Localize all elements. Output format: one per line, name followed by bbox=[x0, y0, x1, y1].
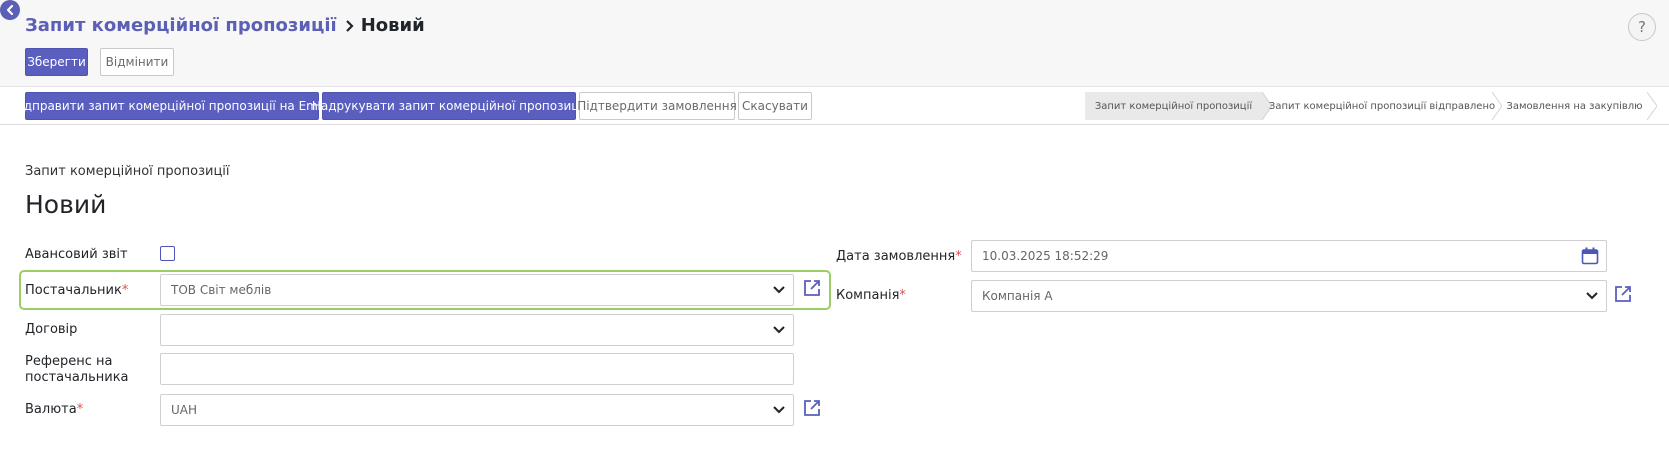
calendar-icon[interactable] bbox=[1574, 247, 1606, 265]
chevron-down-icon bbox=[765, 286, 793, 294]
cancel-button[interactable]: Скасувати bbox=[738, 92, 812, 120]
order-date-value: 10.03.2025 18:52:29 bbox=[982, 249, 1109, 263]
chevron-down-icon bbox=[1578, 292, 1606, 300]
save-button[interactable]: Зберегти bbox=[25, 48, 88, 76]
chevron-left-icon bbox=[6, 4, 14, 16]
chevron-down-icon bbox=[765, 406, 793, 414]
external-link-icon[interactable] bbox=[1614, 285, 1632, 303]
external-link-icon[interactable] bbox=[803, 279, 821, 297]
company-select[interactable]: Компанія А bbox=[971, 280, 1607, 312]
stage-purchase-order[interactable]: Замовлення на закупівлю bbox=[1492, 92, 1657, 120]
control-panel: Запит комерційної пропозиції Новий ? Збе… bbox=[0, 0, 1669, 87]
company-label: Компанія* bbox=[836, 288, 906, 303]
breadcrumb: Запит комерційної пропозиції Новий bbox=[25, 15, 425, 36]
order-date-input[interactable]: 10.03.2025 18:52:29 bbox=[971, 240, 1607, 272]
form-subtitle: Запит комерційної пропозиції bbox=[25, 164, 230, 179]
currency-select[interactable]: UAH bbox=[160, 394, 794, 426]
chevron-down-icon bbox=[765, 326, 793, 334]
chevron-right-icon bbox=[345, 19, 355, 32]
stage-rfq[interactable]: Запит комерційної пропозиції bbox=[1085, 92, 1272, 120]
back-button[interactable] bbox=[0, 0, 20, 20]
vendor-reference-label: Референс на постачальника bbox=[25, 354, 129, 385]
help-button[interactable]: ? bbox=[1628, 13, 1656, 41]
vendor-label: Постачальник* bbox=[25, 283, 129, 298]
breadcrumb-current: Новий bbox=[360, 15, 425, 36]
contract-label: Договір bbox=[25, 322, 78, 337]
advance-report-checkbox[interactable] bbox=[160, 246, 175, 261]
confirm-order-button[interactable]: Підтвердити замовлення bbox=[577, 92, 737, 120]
vendor-reference-input[interactable] bbox=[160, 353, 794, 385]
currency-label: Валюта* bbox=[25, 402, 84, 417]
stage-label: Замовлення на закупівлю bbox=[1506, 100, 1643, 112]
stage-label: Запит комерційної пропозиції bbox=[1094, 100, 1253, 112]
send-by-email-button[interactable]: Відправити запит комерційної пропозиції … bbox=[12, 92, 332, 120]
advance-report-label: Авансовий звіт bbox=[25, 247, 128, 262]
status-stages: Запит комерційної пропозиції Запит комер… bbox=[1085, 92, 1657, 120]
order-date-label: Дата замовлення* bbox=[836, 249, 962, 264]
stage-rfq-sent[interactable]: Запит комерційної пропозиції відправлено bbox=[1262, 92, 1502, 120]
stage-label: Запит комерційної пропозиції відправлено bbox=[1268, 100, 1496, 112]
breadcrumb-parent-link[interactable]: Запит комерційної пропозиції bbox=[25, 15, 337, 36]
vendor-value: ТОВ Світ меблів bbox=[171, 283, 272, 297]
currency-value: UAH bbox=[171, 403, 198, 417]
external-link-icon[interactable] bbox=[803, 399, 821, 417]
stage-separator-icon bbox=[1647, 92, 1657, 120]
print-rfq-button[interactable]: Надрукувати запит комерційної пропозиції bbox=[312, 92, 586, 120]
discard-button[interactable]: Відмінити bbox=[100, 48, 174, 76]
record-title: Новий bbox=[25, 190, 107, 219]
company-value: Компанія А bbox=[982, 289, 1053, 303]
contract-select[interactable] bbox=[160, 314, 794, 346]
vendor-select[interactable]: ТОВ Світ меблів bbox=[160, 274, 794, 306]
status-bar: Відправити запит комерційної пропозиції … bbox=[0, 87, 1669, 125]
